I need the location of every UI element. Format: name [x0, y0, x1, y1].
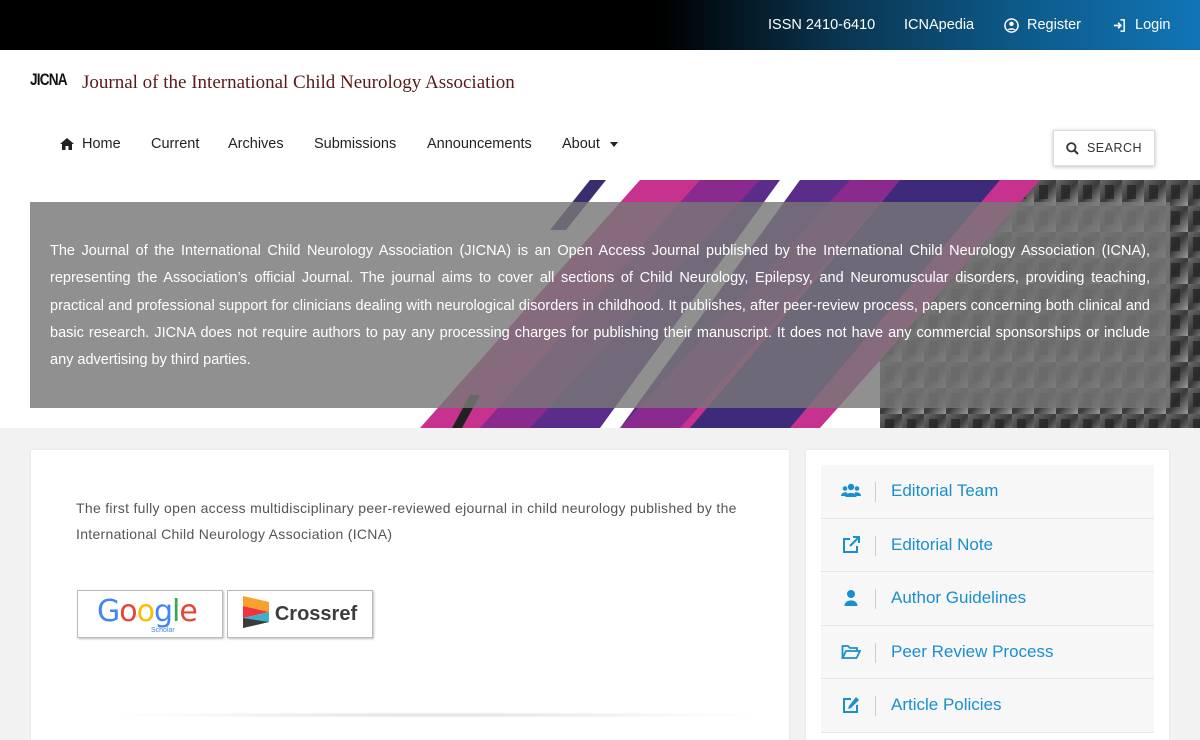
top-bar: ISSN 2410-6410 ICNApedia Register Login [0, 0, 1200, 50]
journal-intro: The first fully open access multidiscipl… [76, 500, 737, 542]
hero-overlay: The Journal of the International Child N… [30, 202, 1170, 408]
nav-announcements[interactable]: Announcements [427, 136, 532, 152]
search-label: SEARCH [1086, 141, 1143, 155]
sidebar-item-editorial-note[interactable]: Editorial Note [821, 518, 1154, 572]
separator [875, 535, 876, 556]
separator [875, 642, 876, 663]
hero-banner: The Journal of the International Child N… [0, 180, 1200, 428]
sidebar-item-label: Peer Review Process [891, 641, 1054, 661]
crossref-label: Crossref [274, 602, 358, 625]
sidebar: Editorial Team Editorial Note Author Gui… [806, 450, 1169, 740]
separator [875, 589, 876, 609]
external-link-icon [843, 535, 860, 553]
caret-down-icon [609, 141, 618, 147]
nav-home-label: Home [82, 136, 121, 152]
sidebar-item-peer-review[interactable]: Peer Review Process [821, 625, 1154, 679]
user-icon [844, 590, 858, 607]
scholar-label: Scholar [151, 627, 175, 634]
sidebar-item-label: Editorial Note [891, 534, 994, 554]
register-link[interactable]: Register [1004, 0, 1081, 50]
google-letter: o [136, 594, 155, 629]
site-header: JICNA Journal of the International Child… [0, 50, 1200, 180]
google-letter: g [153, 594, 173, 629]
nav-current[interactable]: Current [151, 136, 199, 152]
site-title[interactable]: Journal of the International Child Neuro… [82, 72, 515, 94]
hero-description: The Journal of the International Child N… [50, 243, 1150, 369]
folder-open-icon [841, 644, 861, 659]
sidebar-item-label: Editorial Team [891, 481, 999, 501]
sidebar-item-article-policies[interactable]: Article Policies [821, 679, 1154, 733]
separator [875, 696, 876, 716]
users-icon [841, 484, 861, 498]
sidebar-menu: Editorial Team Editorial Note Author Gui… [821, 465, 1154, 733]
nav-archives[interactable]: Archives [228, 136, 284, 152]
register-label: Register [1027, 17, 1081, 33]
google-letter: G [97, 594, 120, 629]
search-button[interactable]: SEARCH [1053, 130, 1155, 166]
google-letter: o [119, 594, 137, 629]
issn-link[interactable]: ISSN 2410-6410 [768, 0, 875, 50]
nav-submissions[interactable]: Submissions [314, 136, 396, 152]
sidebar-item-label: Author Guidelines [891, 588, 1027, 608]
site-logo[interactable]: JICNA [30, 70, 68, 90]
separator [875, 482, 876, 502]
google-wordmark: Google [97, 594, 198, 629]
search-icon [1066, 141, 1079, 155]
home-icon [60, 138, 74, 150]
sign-in-icon [1113, 18, 1125, 32]
sidebar-item-editorial-team[interactable]: Editorial Team [821, 465, 1154, 519]
login-link[interactable]: Login [1112, 0, 1170, 50]
google-letter: e [179, 594, 197, 629]
nav-home[interactable]: Home [60, 136, 121, 152]
nav-about[interactable]: About [562, 136, 618, 152]
edit-icon [843, 697, 859, 714]
sidebar-item-author-guidelines[interactable]: Author Guidelines [821, 572, 1154, 626]
nav-about-label: About [562, 136, 600, 152]
user-circle-icon [1004, 17, 1019, 33]
content-divider [106, 712, 766, 718]
google-scholar-badge[interactable]: Google Scholar [77, 590, 223, 638]
login-label: Login [1135, 17, 1171, 33]
sidebar-item-label: Article Policies [891, 695, 1002, 715]
crossref-badge[interactable]: Crossref [227, 590, 373, 638]
google-scholar-logo: Google Scholar [95, 593, 205, 635]
icnapedia-link[interactable]: ICNApedia [904, 0, 974, 50]
main-content: The first fully open access multidiscipl… [31, 450, 789, 740]
crossref-logo-icon [242, 596, 269, 628]
